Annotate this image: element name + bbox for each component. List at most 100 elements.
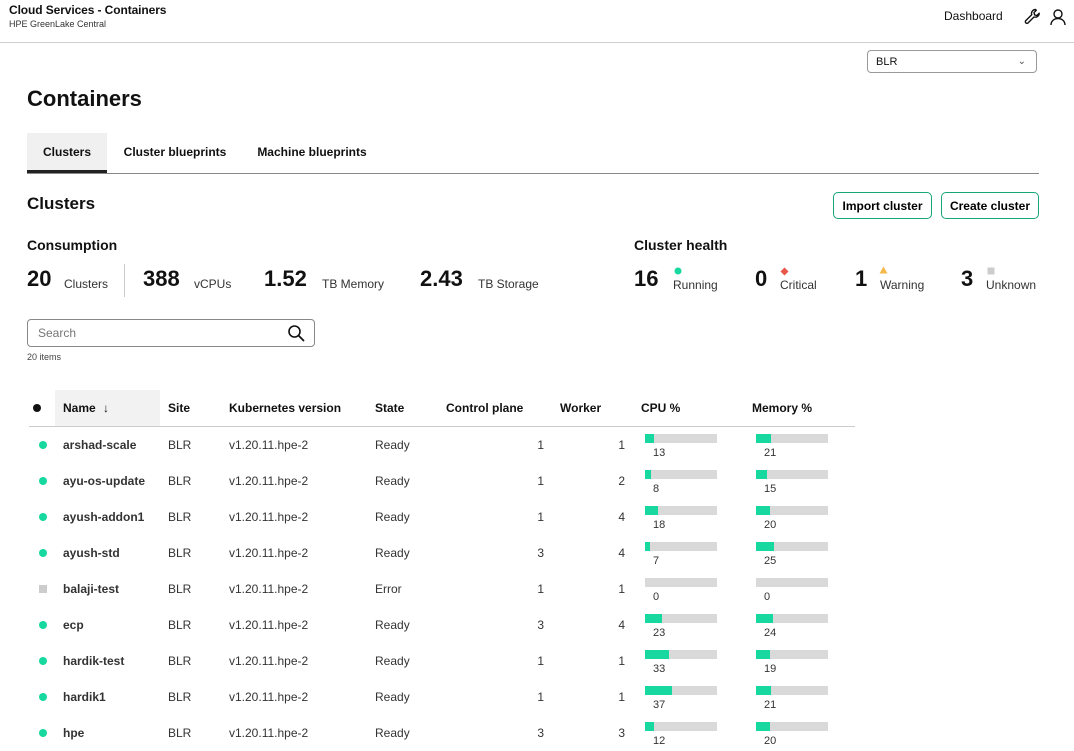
cluster-name[interactable]: ayu-os-update [55,463,160,499]
critical-diamond-icon [780,267,789,276]
consumption-heading: Consumption [27,237,117,253]
running-status-icon [39,441,47,449]
cpu-bar [645,650,717,659]
cluster-name[interactable]: balaji-test [55,571,160,607]
table-row[interactable]: ayush-stdBLRv1.20.11.hpe-2Ready34725 [29,535,855,571]
wrench-icon[interactable] [1023,7,1043,27]
cpu-value: 0 [653,591,673,603]
worker-cell: 4 [552,499,633,535]
table-row[interactable]: ayush-addon1BLRv1.20.11.hpe-2Ready141820 [29,499,855,535]
site-column-header[interactable]: Site [160,390,221,427]
memory-column-header[interactable]: Memory % [744,390,855,427]
table-row[interactable]: ecpBLRv1.20.11.hpe-2Ready342324 [29,607,855,643]
worker-cell: 1 [552,427,633,464]
cpu-bar-fill [645,614,662,623]
site-cell: BLR [160,427,221,464]
worker-cell: 2 [552,463,633,499]
cpu-bar-fill [645,434,654,443]
memory-total: 1.52 [264,266,307,292]
cpu-bar-fill [645,722,654,731]
memory-bar-fill [756,650,770,659]
version-cell: v1.20.11.hpe-2 [221,679,367,715]
table-row[interactable]: hardik-testBLRv1.20.11.hpe-2Ready113319 [29,643,855,679]
memory-cell: 20 [744,715,855,751]
site-cell: BLR [160,535,221,571]
cpu-value: 13 [653,447,673,459]
worker-cell: 4 [552,607,633,643]
search-icon[interactable] [287,324,305,342]
dashboard-link[interactable]: Dashboard [944,9,1003,23]
site-select[interactable]: BLR ⌄ [867,50,1037,73]
table-row[interactable]: ayu-os-updateBLRv1.20.11.hpe-2Ready12815 [29,463,855,499]
table-row[interactable]: hpeBLRv1.20.11.hpe-2Ready331220 [29,715,855,751]
sort-arrow-icon: ↓ [103,401,109,415]
state-cell: Ready [367,679,438,715]
cpu-bar-fill [645,650,669,659]
tab-cluster-blueprints[interactable]: Cluster blueprints [115,133,235,173]
memory-bar [756,470,828,479]
clusters-count: 20 [27,266,51,292]
cluster-name[interactable]: hardik-test [55,643,160,679]
status-column-header[interactable] [29,390,55,427]
cluster-name[interactable]: arshad-scale [55,427,160,464]
cpu-value: 23 [653,627,673,639]
app-header: Cloud Services - Containers HPE GreenLak… [0,0,1074,43]
cpu-bar-fill [645,470,651,479]
tab-clusters[interactable]: Clusters [27,133,107,173]
control-plane-cell: 1 [438,463,552,499]
worker-cell: 1 [552,679,633,715]
memory-bar-fill [756,722,770,731]
control-plane-cell: 3 [438,715,552,751]
worker-cell: 4 [552,535,633,571]
running-status-icon [39,621,47,629]
name-column-header[interactable]: Name ↓ [55,390,160,427]
cpu-bar [645,578,717,587]
running-status-icon [39,693,47,701]
running-status-icon [39,477,47,485]
memory-bar [756,506,828,515]
memory-bar-fill [756,614,773,623]
cluster-name[interactable]: ayush-std [55,535,160,571]
storage-total: 2.43 [420,266,463,292]
user-icon[interactable] [1048,7,1068,27]
cpu-bar-fill [645,506,658,515]
create-cluster-button[interactable]: Create cluster [941,192,1039,219]
cpu-value: 18 [653,519,673,531]
critical-label: Critical [780,278,817,292]
vcpus-count: 388 [143,266,180,292]
cpu-column-header[interactable]: CPU % [633,390,744,427]
table-row[interactable]: balaji-testBLRv1.20.11.hpe-2Error1100 [29,571,855,607]
cluster-name[interactable]: hpe [55,715,160,751]
status-cell [29,535,55,571]
cpu-bar [645,686,717,695]
memory-cell: 21 [744,679,855,715]
memory-value: 15 [764,483,784,495]
site-select-value: BLR [876,56,897,68]
table-row[interactable]: arshad-scaleBLRv1.20.11.hpe-2Ready111321 [29,427,855,464]
state-column-header[interactable]: State [367,390,438,427]
control-plane-cell: 1 [438,571,552,607]
warning-triangle-icon [879,266,888,274]
table-row[interactable]: hardik1BLRv1.20.11.hpe-2Ready113721 [29,679,855,715]
worker-cell: 1 [552,571,633,607]
worker-column-header[interactable]: Worker [552,390,633,427]
worker-cell: 1 [552,643,633,679]
tab-machine-blueprints[interactable]: Machine blueprints [249,133,375,173]
app-subtitle: HPE GreenLake Central [9,19,106,29]
control-plane-cell: 3 [438,607,552,643]
search-input[interactable] [36,325,280,341]
memory-bar-fill [756,434,771,443]
cluster-name[interactable]: ecp [55,607,160,643]
unknown-square-icon [987,267,995,275]
import-cluster-button[interactable]: Import cluster [833,192,932,219]
control-plane-column-header[interactable]: Control plane [438,390,552,427]
status-dot-icon [33,404,41,412]
cluster-name[interactable]: hardik1 [55,679,160,715]
site-cell: BLR [160,463,221,499]
cluster-name[interactable]: ayush-addon1 [55,499,160,535]
memory-bar-fill [756,542,774,551]
k8s-version-column-header[interactable]: Kubernetes version [221,390,367,427]
unknown-status-icon [39,585,47,593]
worker-cell: 3 [552,715,633,751]
storage-label: TB Storage [478,277,539,291]
